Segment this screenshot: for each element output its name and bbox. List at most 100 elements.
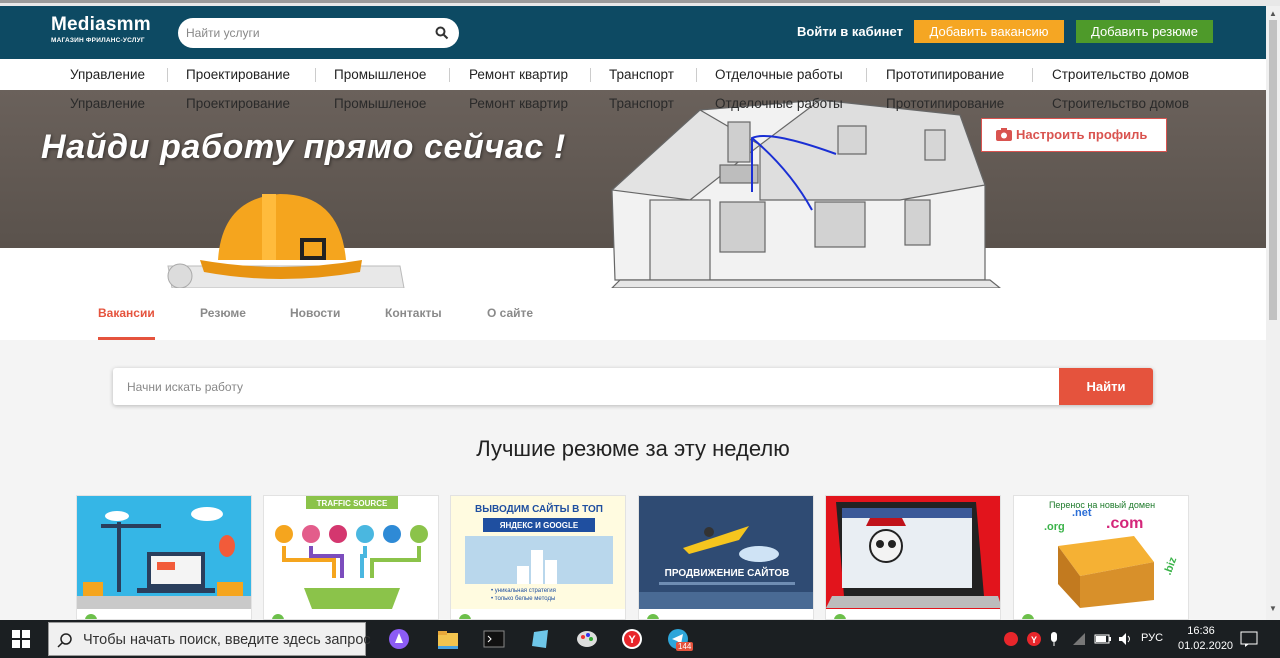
taskbar-search-icon (57, 633, 72, 648)
taskbar-search-box[interactable]: Чтобы начать поиск, введите здесь запрос (48, 622, 371, 656)
logo-subtitle: МАГАЗИН ФРИЛАНС-УСЛУГ (51, 37, 145, 44)
scroll-down-icon[interactable]: ▼ (1269, 604, 1277, 613)
card-seo-title: ВЫВОДИМ САЙТЫ В ТОП (475, 502, 603, 515)
blueprint-roll-image (167, 263, 405, 288)
windows-start-icon[interactable] (12, 630, 30, 648)
job-search-input[interactable] (127, 378, 1027, 396)
category-echo-apartment-repair[interactable]: Ремонт квартир (469, 96, 568, 111)
network-icon[interactable] (1071, 631, 1087, 647)
tab-resumes[interactable]: Резюме (200, 306, 246, 320)
notifications-icon[interactable] (1240, 630, 1258, 648)
category-apartment-repair[interactable]: Ремонт квартир (469, 67, 568, 82)
category-nav: Управление Проектирование Промышленое Ре… (0, 59, 1266, 90)
hero-title: Найди работу прямо сейчас ! (41, 128, 566, 166)
tab-news[interactable]: Новости (290, 306, 340, 320)
card-promotion-label: ПРОДВИЖЕНИЕ САЙТОВ (665, 566, 790, 579)
system-clock[interactable]: 16:36 01.02.2020 (1178, 624, 1234, 654)
best-resumes-title: Лучшие резюме за эту неделю (476, 436, 790, 461)
tab-about[interactable]: О сайте (487, 306, 533, 320)
camera-icon (996, 128, 1012, 141)
logo-title: Mediasmm (51, 14, 151, 35)
category-separator (315, 68, 316, 82)
clock-time: 16:36 (1187, 625, 1215, 637)
category-house-building[interactable]: Строительство домов (1052, 67, 1189, 82)
notes-app-icon[interactable] (530, 628, 552, 650)
add-vacancy-button[interactable]: Добавить вакансию (914, 20, 1064, 43)
section-tabs: Вакансии Резюме Новости Контакты О сайте (0, 288, 1266, 340)
telegram-unread-badge: 144 (676, 642, 694, 651)
yandex-browser-icon[interactable]: Y (621, 628, 643, 650)
login-link[interactable]: Войти в кабинет (797, 24, 903, 39)
card-domain-label: Перенос на новый домен (1049, 500, 1155, 510)
resume-card[interactable] (825, 495, 1001, 620)
card-thumbnail-promotion: ПРОДВИЖЕНИЕ САЙТОВ (639, 496, 813, 609)
category-separator (590, 68, 591, 82)
category-echo-prototyping[interactable]: Прототипирование (886, 96, 1004, 111)
category-prototyping[interactable]: Прототипирование (886, 67, 1004, 82)
scroll-up-icon[interactable]: ▲ (1269, 9, 1277, 18)
card-thumbnail-domain-transfer: Перенос на новый домен .com .org .net .b… (1014, 496, 1188, 609)
page-scrollbar[interactable]: ▲ ▼ (1266, 6, 1280, 620)
find-button[interactable]: Найти (1059, 368, 1153, 405)
card-traffic-label: TRAFFIC SOURCE (317, 499, 388, 508)
terminal-icon[interactable] (483, 628, 505, 650)
paint-app-icon[interactable] (576, 628, 598, 650)
resume-card[interactable]: TRAFFIC SOURCE (263, 495, 439, 620)
language-indicator[interactable]: РУС (1141, 632, 1163, 644)
resume-card[interactable]: Перенос на новый домен .com .org .net .b… (1013, 495, 1189, 620)
category-transport[interactable]: Транспорт (609, 67, 674, 82)
volume-icon[interactable] (1117, 631, 1133, 647)
windows-taskbar: Чтобы начать поиск, введите здесь запрос… (0, 620, 1280, 658)
microphone-icon[interactable] (1047, 631, 1061, 647)
card-domain-net: .net (1072, 507, 1092, 519)
card-domain-com: .com (1106, 515, 1143, 532)
card-thumbnail-traffic: TRAFFIC SOURCE (264, 496, 438, 609)
resume-card[interactable] (76, 495, 252, 620)
category-separator (1032, 68, 1033, 82)
tray-app-icon[interactable] (1003, 631, 1019, 647)
category-echo-industrial[interactable]: Промышленое (334, 96, 426, 111)
category-separator (866, 68, 867, 82)
svg-text:Y: Y (628, 634, 636, 646)
tab-vacancies[interactable]: Вакансии (98, 306, 155, 320)
setup-profile-button[interactable]: Настроить профиль (981, 118, 1167, 152)
clock-date: 01.02.2020 (1178, 640, 1234, 652)
resume-card[interactable]: ПРОДВИЖЕНИЕ САЙТОВ (638, 495, 814, 620)
category-echo-transport[interactable]: Транспорт (609, 96, 674, 111)
battery-icon[interactable] (1094, 632, 1112, 646)
category-separator (449, 68, 450, 82)
category-separator (167, 68, 168, 82)
site-logo[interactable]: Mediasmm МАГАЗИН ФРИЛАНС-УСЛУГ (51, 14, 151, 44)
tray-yandex-icon[interactable]: Y (1026, 631, 1042, 647)
card-thumbnail-laptop-skull (826, 496, 1000, 609)
service-search-input[interactable] (186, 24, 426, 42)
category-finishing[interactable]: Отделочные работы (715, 67, 843, 82)
category-nav-echo: Управление Проектирование Промышленое Ре… (0, 90, 1266, 118)
setup-profile-label: Настроить профиль (1016, 127, 1148, 142)
resume-card[interactable]: ВЫВОДИМ САЙТЫ В ТОП ЯНДЕКС И GOOGLE • ун… (450, 495, 626, 620)
file-explorer-icon[interactable] (437, 628, 459, 650)
scrollbar-thumb[interactable] (1269, 20, 1277, 320)
add-resume-button[interactable]: Добавить резюме (1076, 20, 1213, 43)
svg-text:• только белые методы: • только белые методы (491, 596, 555, 602)
svg-text:Y: Y (1031, 635, 1037, 645)
category-echo-design[interactable]: Проектирование (186, 96, 290, 111)
category-separator (696, 68, 697, 82)
tab-contacts[interactable]: Контакты (385, 306, 442, 320)
active-tab-underline (98, 337, 155, 340)
category-design[interactable]: Проектирование (186, 67, 290, 82)
card-seo-sub: ЯНДЕКС И GOOGLE (500, 521, 579, 530)
card-thumbnail-seo-top: ВЫВОДИМ САЙТЫ В ТОП ЯНДЕКС И GOOGLE • ун… (451, 496, 625, 609)
category-echo-management[interactable]: Управление (70, 96, 145, 111)
search-icon[interactable] (435, 26, 449, 40)
category-industrial[interactable]: Промышленое (334, 67, 426, 82)
card-domain-org: .org (1044, 521, 1065, 533)
category-echo-house-building[interactable]: Строительство домов (1052, 96, 1189, 111)
site-header: Mediasmm МАГАЗИН ФРИЛАНС-УСЛУГ Войти в к… (0, 6, 1266, 59)
service-search (178, 18, 459, 48)
browser-scroll-grip (0, 0, 1160, 3)
taskbar-search-text: Чтобы начать поиск, введите здесь запрос (83, 632, 371, 648)
category-echo-finishing[interactable]: Отделочные работы (715, 96, 843, 111)
category-management[interactable]: Управление (70, 67, 145, 82)
alice-assistant-icon[interactable] (388, 628, 410, 650)
